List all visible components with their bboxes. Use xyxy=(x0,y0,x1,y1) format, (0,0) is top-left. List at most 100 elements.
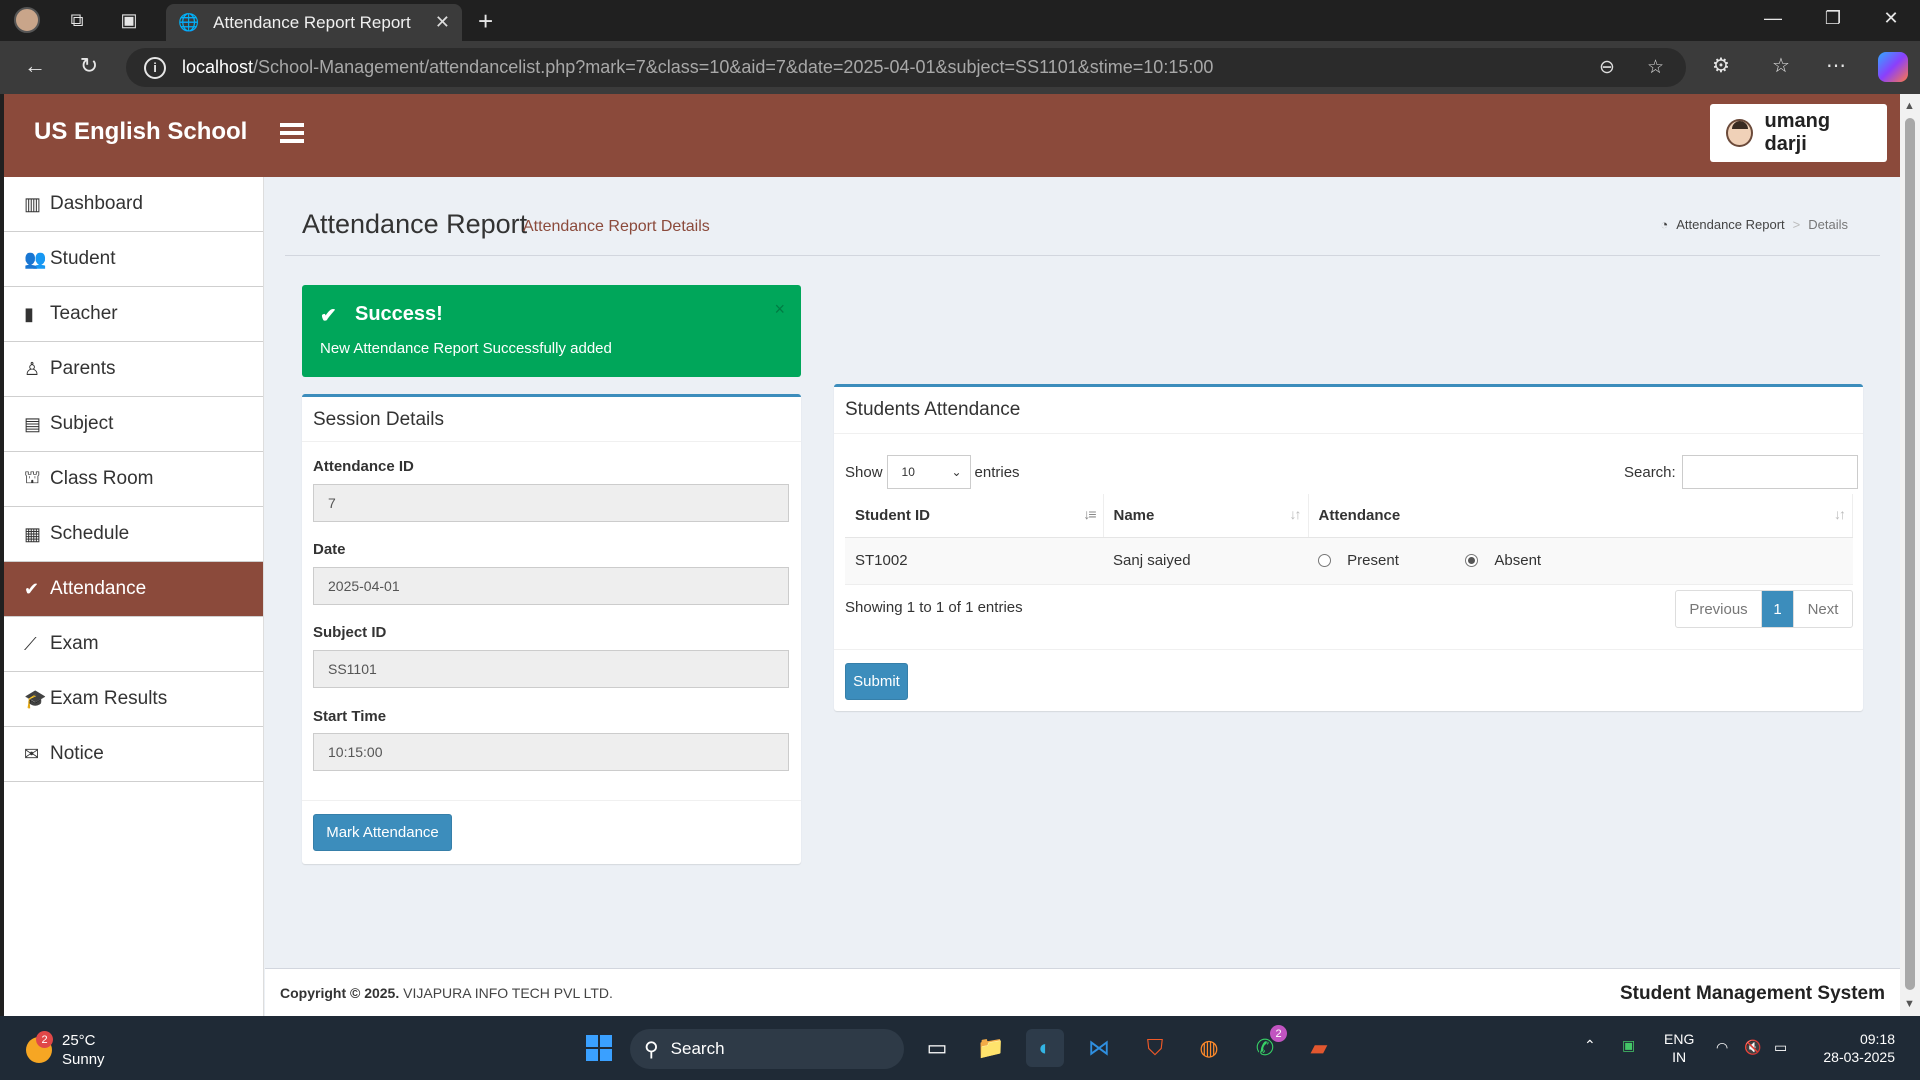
zoom-icon[interactable]: ⊖ xyxy=(1599,56,1615,79)
site-info-icon[interactable]: i xyxy=(144,56,166,79)
sidebar-item-schedule[interactable]: ▦ Schedule xyxy=(4,507,263,562)
sort-icon: ↓↑ xyxy=(1834,506,1846,522)
minimize-icon[interactable]: — xyxy=(1758,8,1788,29)
breadcrumb-link[interactable]: Attendance Report xyxy=(1676,217,1784,232)
favorite-star-icon[interactable]: ☆ xyxy=(1647,56,1664,79)
favorites-icon[interactable]: ☆ xyxy=(1772,53,1790,78)
sidebar-item-attendance[interactable]: ✔ Attendance xyxy=(4,562,263,617)
firefox-icon[interactable]: ◍ xyxy=(1190,1029,1228,1067)
user-name: umang darji xyxy=(1764,110,1831,155)
box-divider xyxy=(834,649,1863,650)
sidebar-item-student[interactable]: 👥 Student xyxy=(4,232,263,287)
sidebar-item-label: Exam Results xyxy=(50,688,168,709)
copilot-icon[interactable] xyxy=(1878,52,1908,82)
windows-start-icon[interactable] xyxy=(580,1029,618,1067)
whatsapp-icon[interactable]: ✆ 2 xyxy=(1246,1025,1287,1067)
column-header-student-id[interactable]: Student ID ↓≡ xyxy=(845,494,1104,538)
tray-app-icon[interactable]: ▣ xyxy=(1622,1036,1635,1054)
extensions-icon[interactable]: ⚙ xyxy=(1712,53,1730,78)
wifi-icon[interactable]: ◠ xyxy=(1716,1038,1728,1056)
box-title: Students Attendance xyxy=(845,399,1021,420)
check-icon: ✔ xyxy=(320,305,337,327)
notification-badge: 2 xyxy=(36,1031,53,1048)
attendance-id-field[interactable]: 7 xyxy=(313,484,789,522)
sidebar-item-dashboard[interactable]: ▥ Dashboard xyxy=(4,177,263,232)
line-chart-icon: ⟋ xyxy=(24,633,37,654)
close-icon[interactable]: × xyxy=(774,299,785,320)
column-header-attendance[interactable]: Attendance ↓↑ xyxy=(1308,494,1853,538)
column-header-name[interactable]: Name ↓↑ xyxy=(1103,494,1309,538)
date-field[interactable]: 2025-04-01 xyxy=(313,567,789,605)
sidebar-item-label: Parents xyxy=(50,358,116,379)
back-arrow-icon[interactable]: ← xyxy=(20,53,50,79)
alert-title: Success! xyxy=(355,303,443,325)
present-radio[interactable] xyxy=(1318,554,1331,568)
subject-id-field[interactable]: SS1101 xyxy=(313,650,789,688)
table-search: Search: xyxy=(1624,455,1858,489)
calendar-icon: ▦ xyxy=(24,523,42,544)
scrollbar-thumb[interactable] xyxy=(1905,118,1915,990)
sidebar-item-exam-results[interactable]: 🎓 Exam Results xyxy=(4,672,263,727)
present-label[interactable]: Present xyxy=(1347,552,1399,569)
edge-browser-icon[interactable]: ◐ xyxy=(1026,1029,1064,1067)
more-menu-icon[interactable]: ⋯ xyxy=(1826,53,1846,78)
page-title: Attendance Report xyxy=(302,209,528,239)
refresh-icon[interactable]: ↻ xyxy=(74,53,104,79)
previous-page-button[interactable]: Previous xyxy=(1676,591,1762,627)
alert-message: New Attendance Report Successfully added xyxy=(320,340,612,357)
brave-browser-icon[interactable]: ⛉ xyxy=(1136,1029,1174,1067)
scroll-up-icon[interactable]: ▲ xyxy=(1904,100,1915,112)
dashboard-icon: ◔ xyxy=(1660,217,1669,232)
tab-actions-icon[interactable]: ▣ xyxy=(116,7,142,33)
next-page-button[interactable]: Next xyxy=(1794,591,1852,627)
weather-widget[interactable]: 2 25°C Sunny xyxy=(26,1031,105,1069)
new-tab-icon[interactable]: + xyxy=(478,6,493,37)
sidebar-item-exam[interactable]: ⟋ Exam xyxy=(4,617,263,672)
copyright-company: VIJAPURA INFO TECH PVL LTD. xyxy=(399,985,613,1001)
search-input[interactable] xyxy=(1681,455,1858,489)
volume-muted-icon[interactable]: 🔇 xyxy=(1744,1038,1761,1056)
bar-chart-icon: ▥ xyxy=(24,193,42,214)
scroll-down-icon[interactable]: ▼ xyxy=(1904,998,1915,1010)
language-indicator[interactable]: ENG IN xyxy=(1664,1030,1694,1066)
copyright-bold: Copyright © 2025. xyxy=(280,985,400,1001)
page-scrollbar[interactable]: ▲ ▼ xyxy=(1900,94,1920,1016)
start-time-field[interactable]: 10:15:00 xyxy=(313,733,789,771)
taskbar-search[interactable]: ⚲ Search xyxy=(630,1029,904,1069)
restore-icon[interactable]: ❐ xyxy=(1818,8,1848,29)
app-logo[interactable]: US English School xyxy=(34,118,247,146)
absent-radio[interactable] xyxy=(1465,554,1479,568)
sidebar-item-teacher[interactable]: ▮ Teacher xyxy=(4,287,263,342)
file-explorer-icon[interactable]: 📁 xyxy=(972,1029,1010,1067)
mark-attendance-button[interactable]: Mark Attendance xyxy=(313,814,452,851)
field-label: Start Time xyxy=(313,708,387,725)
powerpoint-icon[interactable]: ▰ xyxy=(1300,1029,1338,1067)
sidebar-item-notice[interactable]: ✉ Notice xyxy=(4,727,263,782)
close-window-icon[interactable]: ✕ xyxy=(1876,8,1906,29)
menu-toggle-icon[interactable] xyxy=(280,123,304,143)
student-id-cell: ST1002 xyxy=(845,537,1103,585)
task-view-icon[interactable]: ▭ xyxy=(918,1029,956,1067)
attendance-cell: Present Absent xyxy=(1308,537,1853,585)
workspaces-icon[interactable]: ⧉ xyxy=(64,7,90,33)
entries-select[interactable]: 10 ⌄ xyxy=(886,455,971,489)
tray-overflow-icon[interactable]: ⌃ xyxy=(1584,1036,1596,1054)
system-clock[interactable]: 09:18 28-03-2025 xyxy=(1815,1030,1895,1066)
sidebar-item-label: Subject xyxy=(50,413,114,434)
absent-label[interactable]: Absent xyxy=(1494,552,1541,569)
pagination: Previous 1 Next xyxy=(1675,590,1853,628)
page-1-button[interactable]: 1 xyxy=(1762,591,1794,627)
sidebar-item-subject[interactable]: ▤ Subject xyxy=(4,397,263,452)
sidebar-item-parents[interactable]: ♙ Parents xyxy=(4,342,263,397)
user-menu[interactable]: umang darji xyxy=(1710,104,1887,162)
search-label: Search: xyxy=(1624,463,1676,481)
sidebar-item-label: Attendance xyxy=(50,578,147,599)
sidebar-item-class-room[interactable]: ⛫ Class Room xyxy=(4,452,263,507)
url-field[interactable]: i localhost/School-Management/attendance… xyxy=(126,48,1686,87)
close-tab-icon[interactable]: ✕ xyxy=(435,12,450,33)
profile-avatar-icon[interactable] xyxy=(14,7,40,33)
submit-button[interactable]: Submit xyxy=(845,663,908,700)
browser-tab-active[interactable]: 🌐 Attendance Report Report ✕ xyxy=(166,4,462,41)
battery-icon[interactable]: ▭ xyxy=(1774,1038,1787,1056)
vscode-icon[interactable]: ⋈ xyxy=(1080,1029,1118,1067)
